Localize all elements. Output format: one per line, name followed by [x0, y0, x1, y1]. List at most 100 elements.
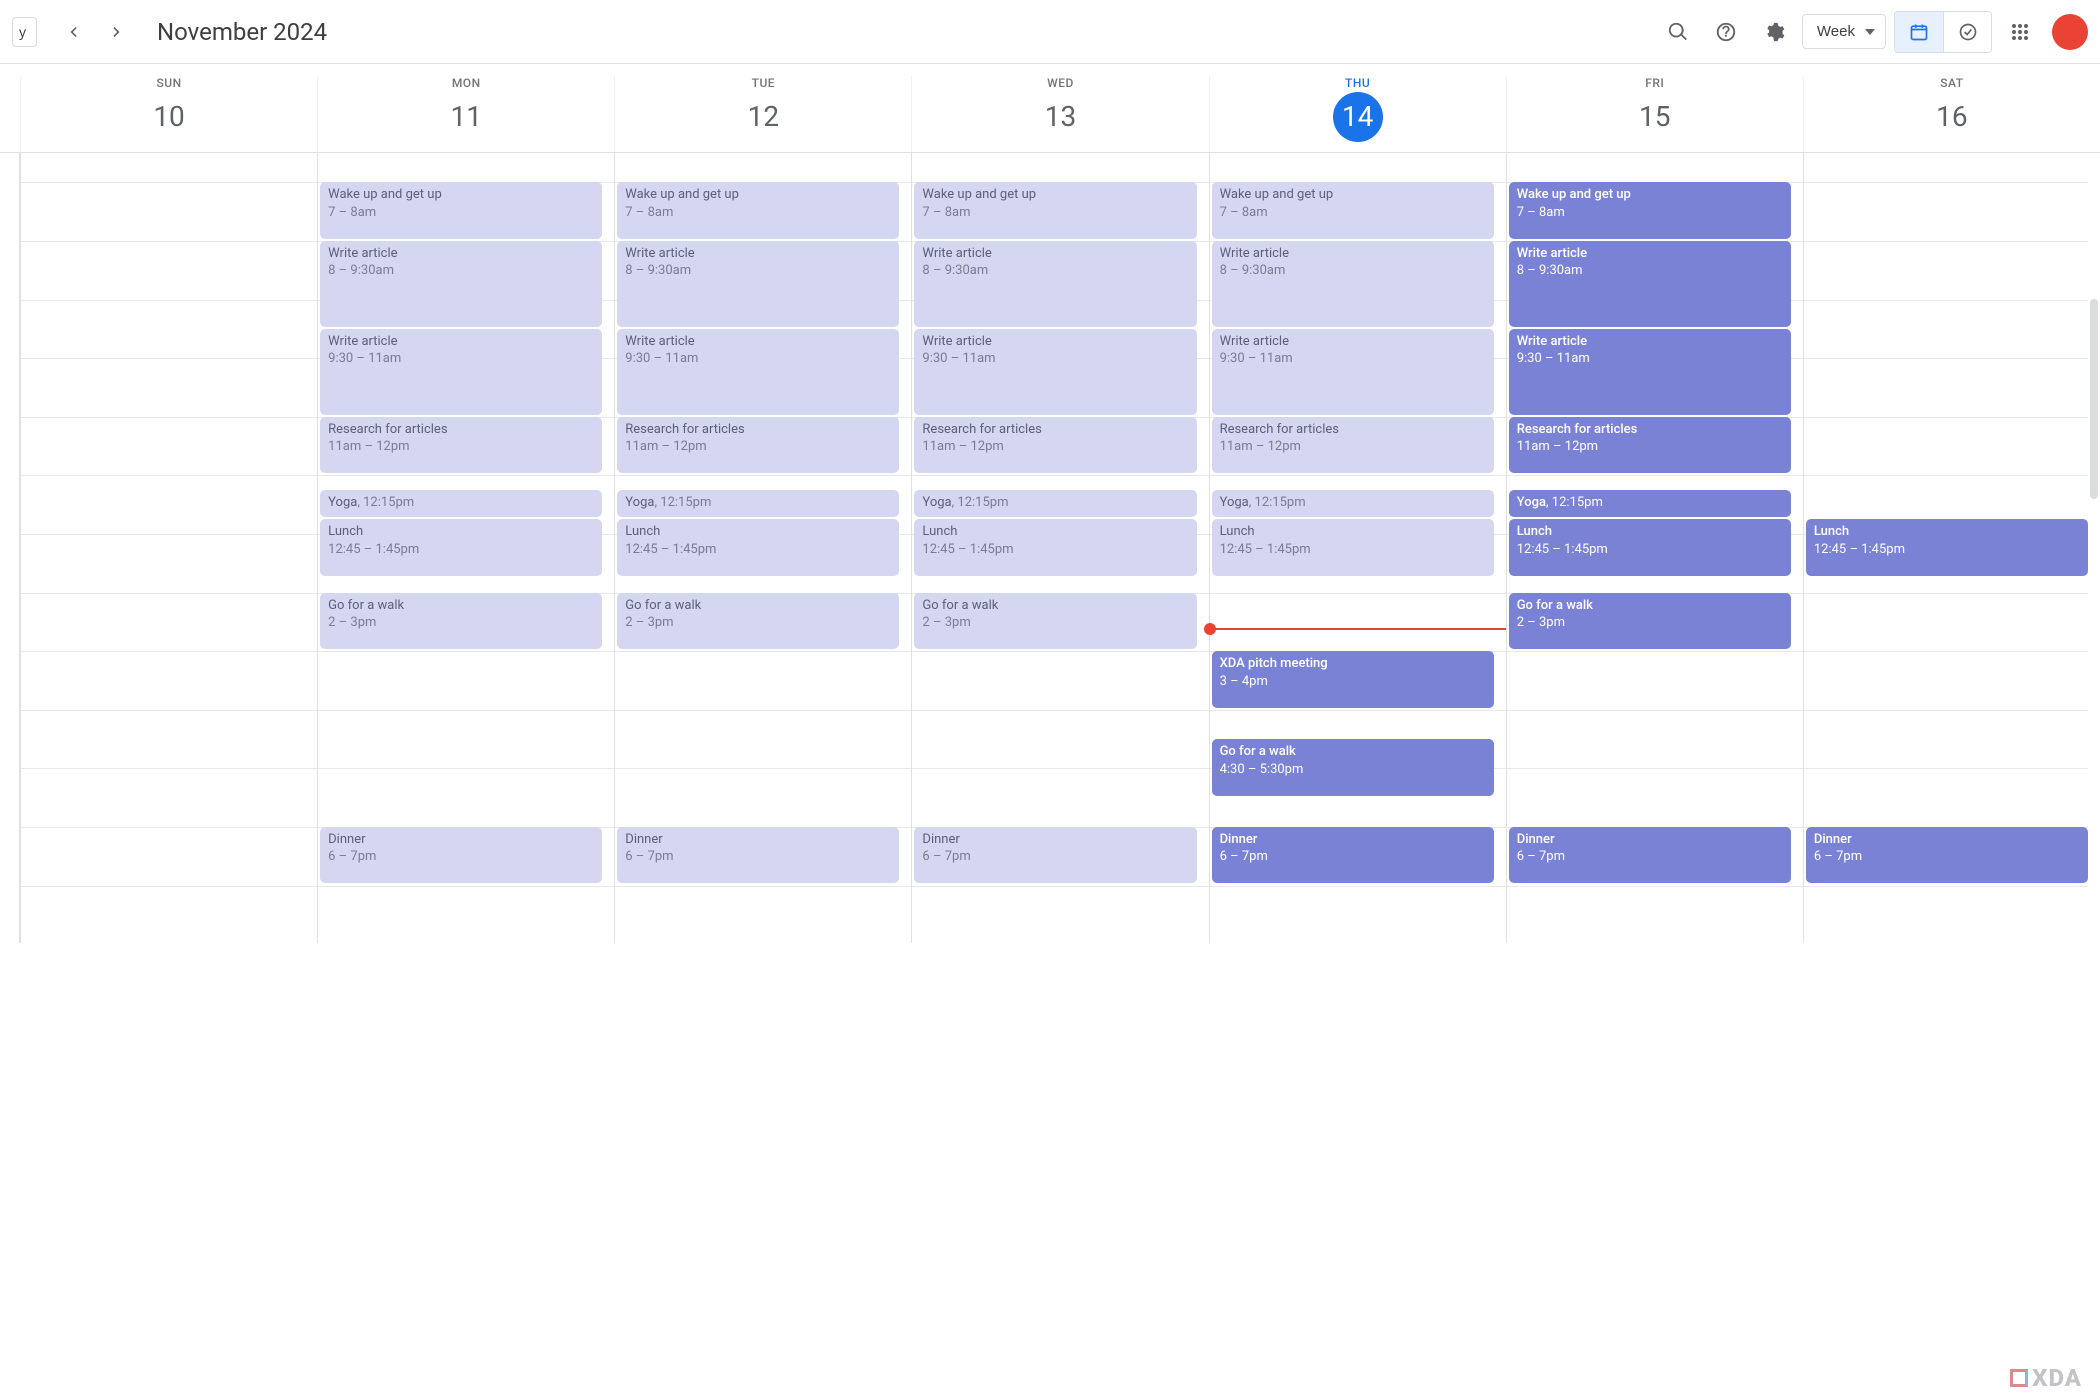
calendar-event[interactable]: Dinner6 – 7pm — [914, 827, 1196, 884]
calendar-event[interactable]: Dinner6 – 7pm — [617, 827, 899, 884]
panel-toggle-group — [1894, 11, 1992, 53]
event-title: Go for a walk — [922, 597, 1188, 615]
calendar-event[interactable]: Write article9:30 – 11am — [1212, 329, 1494, 415]
settings-button[interactable] — [1754, 12, 1794, 52]
calendar-event[interactable]: XDA pitch meeting3 – 4pm — [1212, 651, 1494, 708]
calendar-event[interactable]: Write article9:30 – 11am — [914, 329, 1196, 415]
tasks-panel-button[interactable] — [1943, 12, 1991, 52]
calendar-event[interactable]: Write article8 – 9:30am — [914, 241, 1196, 327]
today-button[interactable]: y — [12, 17, 37, 47]
calendar-event[interactable]: Dinner6 – 7pm — [1806, 827, 2088, 884]
calendar-event[interactable]: Write article8 – 9:30am — [1509, 241, 1791, 327]
calendar-event[interactable]: Write article9:30 – 11am — [320, 329, 602, 415]
calendar-event[interactable]: Yoga12:15pm — [320, 490, 602, 517]
calendar-week-view: SUN10MON11TUE12WED 13 THU14FRI15SAT16 Wake… — [0, 64, 2100, 943]
calendar-event[interactable]: Research for articles11am – 12pm — [1212, 417, 1494, 474]
event-time: 12:45 – 1:45pm — [1220, 541, 1486, 559]
day-number[interactable]: 12 — [738, 92, 788, 142]
day-header[interactable]: FRI15 — [1506, 76, 1803, 152]
prev-week-button[interactable] — [53, 12, 93, 52]
event-title: Write article — [922, 245, 1188, 263]
day-header[interactable]: SAT16 — [1803, 76, 2100, 152]
calendar-event[interactable]: Lunch12:45 – 1:45pm — [617, 519, 899, 576]
day-header[interactable]: THU14 — [1209, 76, 1506, 152]
calendar-event[interactable]: Yoga12:15pm — [1509, 490, 1791, 517]
event-title: Write article — [1220, 245, 1486, 263]
calendar-event[interactable]: Research for articles11am – 12pm — [617, 417, 899, 474]
event-title: Yoga — [922, 495, 951, 510]
day-column[interactable]: Lunch12:45 – 1:45pm Dinner6 – 7pm — [1803, 153, 2100, 943]
calendar-event[interactable]: Research for articles11am – 12pm — [1509, 417, 1791, 474]
day-number[interactable]: 10 — [144, 92, 194, 142]
event-title: Write article — [328, 333, 594, 351]
search-button[interactable] — [1658, 12, 1698, 52]
calendar-event[interactable]: Write article9:30 – 11am — [617, 329, 899, 415]
calendar-event[interactable]: Wake up and get up7 – 8am — [914, 182, 1196, 239]
calendar-event[interactable]: Write article8 – 9:30am — [617, 241, 899, 327]
calendar-event[interactable]: Dinner6 – 7pm — [1212, 827, 1494, 884]
scrollbar[interactable] — [2090, 299, 2098, 499]
day-header[interactable]: SUN10 — [20, 76, 317, 152]
event-time: 11am – 12pm — [328, 438, 594, 456]
day-header[interactable]: TUE12 — [614, 76, 911, 152]
page-title: November 2024 — [157, 18, 1658, 46]
event-time: 6 – 7pm — [922, 848, 1188, 866]
day-column[interactable] — [20, 153, 317, 943]
calendar-event[interactable]: Lunch12:45 – 1:45pm — [1212, 519, 1494, 576]
calendar-event[interactable]: Research for articles11am – 12pm — [914, 417, 1196, 474]
event-time: 6 – 7pm — [328, 848, 594, 866]
calendar-event[interactable]: Lunch12:45 – 1:45pm — [1509, 519, 1791, 576]
event-title: Dinner — [1220, 831, 1486, 849]
gear-icon — [1763, 21, 1785, 43]
day-header[interactable]: MON11 — [317, 76, 614, 152]
event-title: Write article — [1220, 333, 1486, 351]
day-number[interactable]: 11 — [441, 92, 491, 142]
calendar-event[interactable]: Lunch12:45 – 1:45pm — [914, 519, 1196, 576]
event-title: Research for articles — [1220, 421, 1486, 439]
day-column[interactable]: Wake up and get up7 – 8amWrite article8 … — [911, 153, 1208, 943]
calendar-event[interactable]: Dinner6 – 7pm — [1509, 827, 1791, 884]
calendar-event[interactable]: Write article9:30 – 11am — [1509, 329, 1791, 415]
calendar-event[interactable]: Go for a walk4:30 – 5:30pm — [1212, 739, 1494, 796]
day-header[interactable]: WED 13 — [911, 76, 1208, 152]
event-time: 2 – 3pm — [625, 614, 891, 632]
day-number[interactable]: 16 — [1927, 92, 1977, 142]
day-of-week-label: WED — [912, 76, 1208, 90]
calendar-event[interactable]: Go for a walk2 – 3pm — [914, 593, 1196, 650]
calendar-panel-button[interactable] — [1895, 12, 1943, 52]
calendar-event[interactable]: Dinner6 – 7pm — [320, 827, 602, 884]
calendar-event[interactable]: Yoga12:15pm — [1212, 490, 1494, 517]
next-week-button[interactable] — [97, 12, 137, 52]
day-column[interactable]: Wake up and get up7 – 8amWrite article8 … — [1506, 153, 1803, 943]
calendar-grid[interactable]: Wake up and get up7 – 8amWrite article8 … — [0, 153, 2100, 943]
google-apps-button[interactable] — [2000, 12, 2040, 52]
day-column[interactable]: Wake up and get up7 – 8amWrite article8 … — [614, 153, 911, 943]
view-selector[interactable]: Week — [1802, 14, 1886, 49]
search-icon — [1667, 21, 1689, 43]
calendar-event[interactable]: Wake up and get up7 – 8am — [320, 182, 602, 239]
calendar-event[interactable]: Research for articles11am – 12pm — [320, 417, 602, 474]
calendar-event[interactable]: Wake up and get up7 – 8am — [617, 182, 899, 239]
calendar-event[interactable]: Go for a walk2 – 3pm — [320, 593, 602, 650]
day-number[interactable]: 15 — [1630, 92, 1680, 142]
calendar-event[interactable]: Wake up and get up7 – 8am — [1212, 182, 1494, 239]
help-button[interactable] — [1706, 12, 1746, 52]
calendar-event[interactable]: Yoga12:15pm — [617, 490, 899, 517]
calendar-event[interactable]: Lunch12:45 – 1:45pm — [1806, 519, 2088, 576]
day-number[interactable]: 14 — [1333, 92, 1383, 142]
event-time: 12:15pm — [357, 495, 414, 510]
calendar-event[interactable]: Lunch12:45 – 1:45pm — [320, 519, 602, 576]
calendar-event[interactable]: Write article8 – 9:30am — [320, 241, 602, 327]
avatar[interactable] — [2052, 14, 2088, 50]
day-number[interactable]: 13 — [1035, 92, 1085, 142]
day-column[interactable]: Wake up and get up7 – 8amWrite article8 … — [1209, 153, 1506, 943]
calendar-event[interactable]: Write article8 – 9:30am — [1212, 241, 1494, 327]
calendar-event[interactable]: Go for a walk2 – 3pm — [617, 593, 899, 650]
event-time: 9:30 – 11am — [328, 350, 594, 368]
event-time: 9:30 – 11am — [1517, 350, 1783, 368]
calendar-event[interactable]: Yoga12:15pm — [914, 490, 1196, 517]
calendar-event[interactable]: Wake up and get up7 – 8am — [1509, 182, 1791, 239]
calendar-event[interactable]: Go for a walk2 – 3pm — [1509, 593, 1791, 650]
event-time: 12:15pm — [952, 495, 1009, 510]
day-column[interactable]: Wake up and get up7 – 8amWrite article8 … — [317, 153, 614, 943]
